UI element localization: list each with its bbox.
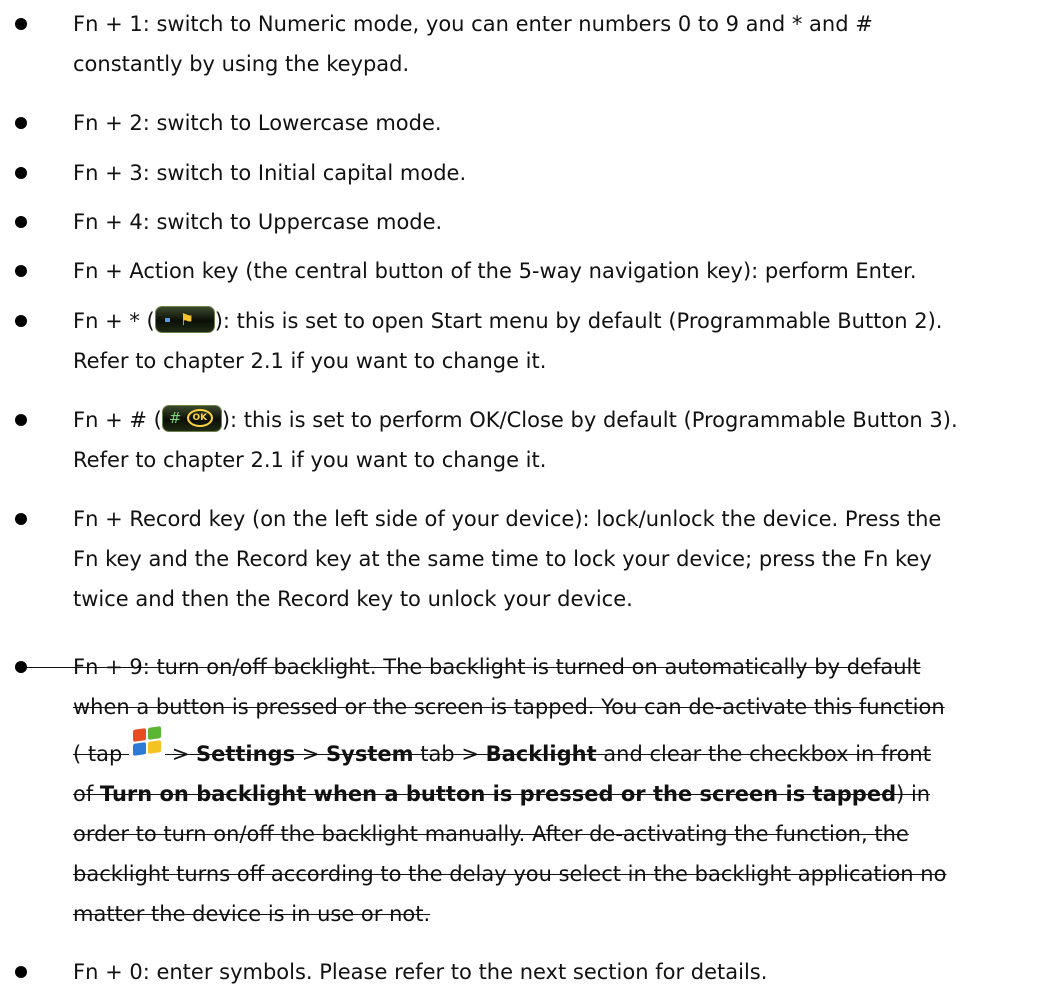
bullet — [15, 117, 27, 129]
list-item-text: Fn + 4: switch to Uppercase mode. — [73, 210, 443, 234]
list-item-text: Fn + 3: switch to Initial capital mode. — [73, 161, 467, 185]
windows-logo-icon — [131, 726, 163, 757]
list-item-text: Refer to chapter 2.1 if you want to chan… — [73, 448, 547, 472]
list-item-text: Fn + # (# OK): this is set to perform OK/… — [73, 400, 1058, 440]
list-item-text: Fn + 9: turn on/off backlight. The backl… — [73, 655, 921, 679]
windows-flag-button-icon: ⚑ — [154, 306, 215, 333]
list-item-text: backlight turns off according to the del… — [73, 862, 947, 886]
list-item-text: order to turn on/off the backlight manua… — [73, 822, 909, 846]
list-item-text: ( tap > Settings > System tab > Backligh… — [73, 726, 1058, 774]
list-item-text: matter the device is in use or not. — [73, 902, 431, 926]
bullet — [15, 315, 27, 327]
list-item-text: Fn + 2: switch to Lowercase mode. — [73, 111, 442, 135]
strike-line — [26, 667, 73, 668]
list-item-text: Fn + 1: switch to Numeric mode, you can … — [73, 12, 873, 36]
list-item-text: of Turn on backlight when a button is pr… — [73, 782, 931, 806]
list-item-text: Fn + 0: enter symbols. Please refer to t… — [73, 960, 768, 984]
list-item-text: Refer to chapter 2.1 if you want to chan… — [73, 349, 547, 373]
list-item-text: Fn + Action key (the central button of t… — [73, 259, 917, 283]
bullet — [15, 513, 27, 525]
list-item-text: Fn + * (⚑): this is set to open Start me… — [73, 301, 1058, 341]
list-item-text: Fn + Record key (on the left side of you… — [73, 507, 942, 531]
list-item-text: twice and then the Record key to unlock … — [73, 587, 633, 611]
bullet — [15, 414, 27, 426]
list-item-text: Fn key and the Record key at the same ti… — [73, 547, 932, 571]
list-item-text: when a button is pressed or the screen i… — [73, 695, 945, 719]
bullet — [15, 966, 27, 978]
list-item-text: constantly by using the keypad. — [73, 52, 410, 76]
hash-ok-button-icon: # OK — [161, 405, 222, 432]
bullet — [15, 167, 27, 179]
bullet — [15, 265, 27, 277]
bullet — [15, 18, 27, 30]
bullet — [15, 216, 27, 228]
